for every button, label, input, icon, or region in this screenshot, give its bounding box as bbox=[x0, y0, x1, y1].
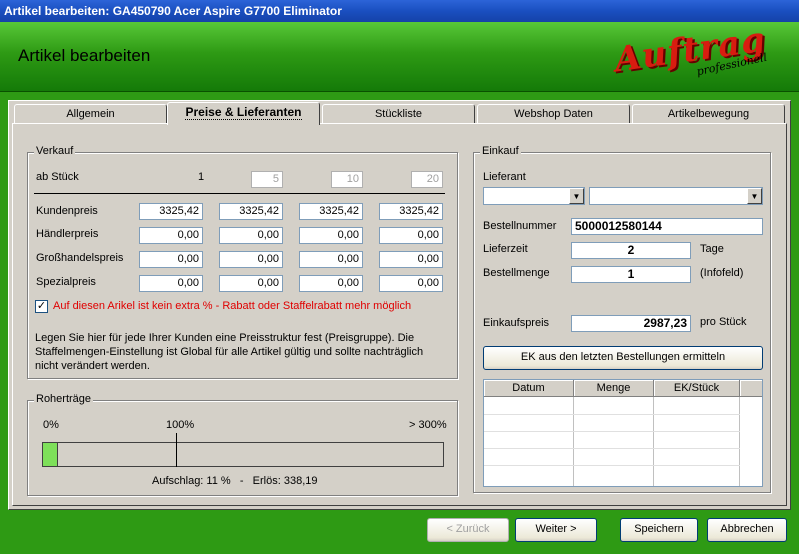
bestellmenge-label: Bestellmenge bbox=[483, 267, 550, 279]
grid-header-datum[interactable]: Datum bbox=[484, 380, 574, 397]
einkaufspreis-label: Einkaufspreis bbox=[483, 317, 550, 329]
bestellmenge-field[interactable]: 1 bbox=[571, 266, 691, 283]
grid-row-line bbox=[484, 448, 740, 449]
tab-label: Preise & Lieferanten bbox=[185, 105, 302, 120]
grid-row-line bbox=[484, 465, 740, 466]
grosshandelspreis-field-2[interactable]: 0,00 bbox=[219, 251, 283, 268]
lieferant-label: Lieferant bbox=[483, 171, 526, 183]
lieferant-select-2[interactable]: ▼ bbox=[589, 187, 763, 205]
margin-scale-300: > 300% bbox=[409, 419, 447, 431]
cancel-button[interactable]: Abbrechen bbox=[707, 518, 787, 542]
separator-line bbox=[34, 193, 445, 194]
kundenpreis-field-2[interactable]: 3325,42 bbox=[219, 203, 283, 220]
grid-col-divider bbox=[653, 397, 654, 486]
lieferant-select-1[interactable]: ▼ bbox=[483, 187, 585, 205]
ab-stueck-field-2[interactable]: 5 bbox=[251, 171, 283, 188]
lieferzeit-label: Lieferzeit bbox=[483, 243, 528, 255]
tab-webshop-daten[interactable]: Webshop Daten bbox=[477, 104, 630, 124]
einkaufspreis-field[interactable]: 2987,23 bbox=[571, 315, 691, 332]
grid-header-filler bbox=[740, 380, 762, 397]
ab-stueck-field-4[interactable]: 20 bbox=[411, 171, 443, 188]
ab-stueck-field-3[interactable]: 10 bbox=[331, 171, 363, 188]
next-button[interactable]: Weiter > bbox=[515, 518, 597, 542]
lieferzeit-unit: Tage bbox=[700, 243, 724, 255]
grid-row-line bbox=[484, 431, 740, 432]
einkaufspreis-unit: pro Stück bbox=[700, 316, 747, 328]
verkauf-legend: Verkauf bbox=[34, 145, 76, 157]
grid-col-divider bbox=[573, 397, 574, 486]
margin-100-marker bbox=[176, 433, 177, 467]
margin-summary: Aufschlag: 11 % - Erlös: 338,19 bbox=[152, 475, 318, 487]
no-discount-checkbox[interactable]: ✓ bbox=[35, 300, 48, 313]
grosshandelspreis-field-3[interactable]: 0,00 bbox=[299, 251, 363, 268]
grosshandelspreis-field-1[interactable]: 0,00 bbox=[139, 251, 203, 268]
grosshandelspreis-field-4[interactable]: 0,00 bbox=[379, 251, 443, 268]
tab-artikelbewegung[interactable]: Artikelbewegung bbox=[632, 104, 785, 124]
margin-scale-0: 0% bbox=[43, 419, 59, 431]
logo-main-text: Auftrag bbox=[611, 19, 769, 81]
header-banner: Artikel bearbeiten Auftrag professionell bbox=[0, 20, 799, 92]
grosshandelspreis-label: Großhandelspreis bbox=[36, 252, 124, 264]
grid-header-menge[interactable]: Menge bbox=[574, 380, 654, 397]
grid-header-ek-stueck[interactable]: EK/Stück bbox=[654, 380, 740, 397]
tab-stueckliste[interactable]: Stückliste bbox=[322, 104, 475, 124]
page-title: Artikel bearbeiten bbox=[18, 46, 151, 65]
bestellnummer-field[interactable]: 5000012580144 bbox=[571, 218, 763, 235]
spezialpreis-field-4[interactable]: 0,00 bbox=[379, 275, 443, 292]
window-title-bar: Artikel bearbeiten: GA450790 Acer Aspire… bbox=[0, 0, 799, 22]
ab-stueck-label: ab Stück bbox=[36, 171, 79, 183]
kundenpreis-label: Kundenpreis bbox=[36, 205, 98, 217]
einkauf-legend: Einkauf bbox=[480, 145, 521, 157]
chevron-down-icon[interactable]: ▼ bbox=[569, 188, 584, 204]
rohertraege-legend: Roherträge bbox=[34, 393, 94, 405]
spezialpreis-label: Spezialpreis bbox=[36, 276, 96, 288]
haendlerpreis-field-4[interactable]: 0,00 bbox=[379, 227, 443, 244]
margin-scale-100: 100% bbox=[166, 419, 195, 431]
kundenpreis-field-3[interactable]: 3325,42 bbox=[299, 203, 363, 220]
bestellnummer-label: Bestellnummer bbox=[483, 220, 557, 232]
save-button[interactable]: Speichern bbox=[620, 518, 698, 542]
spezialpreis-field-3[interactable]: 0,00 bbox=[299, 275, 363, 292]
bestellmenge-unit: (Infofeld) bbox=[700, 267, 744, 279]
kundenpreis-field-1[interactable]: 3325,42 bbox=[139, 203, 203, 220]
haendlerpreis-field-2[interactable]: 0,00 bbox=[219, 227, 283, 244]
ab-stueck-1: 1 bbox=[198, 171, 205, 183]
back-button[interactable]: < Zurück bbox=[427, 518, 509, 542]
chevron-down-icon[interactable]: ▼ bbox=[747, 188, 762, 204]
spezialpreis-field-2[interactable]: 0,00 bbox=[219, 275, 283, 292]
no-discount-label: Auf diesen Arikel ist kein extra % - Rab… bbox=[53, 300, 412, 312]
tab-preise-lieferanten[interactable]: Preise & Lieferanten bbox=[167, 102, 320, 125]
kundenpreis-field-4[interactable]: 3325,42 bbox=[379, 203, 443, 220]
spezialpreis-field-1[interactable]: 0,00 bbox=[139, 275, 203, 292]
margin-bar bbox=[42, 433, 444, 467]
haendlerpreis-label: Händlerpreis bbox=[36, 228, 99, 240]
grid-row-line bbox=[484, 414, 740, 415]
purchase-history-grid[interactable]: Datum Menge EK/Stück bbox=[483, 379, 763, 487]
grid-col-divider bbox=[739, 397, 740, 486]
ek-ermitteln-button[interactable]: EK aus den letzten Bestellungen ermittel… bbox=[483, 346, 763, 370]
lieferzeit-field[interactable]: 2 bbox=[571, 242, 691, 259]
tab-allgemein[interactable]: Allgemein bbox=[14, 104, 167, 124]
price-info-text: Legen Sie hier für jede Ihrer Kunden ein… bbox=[35, 332, 424, 372]
haendlerpreis-field-3[interactable]: 0,00 bbox=[299, 227, 363, 244]
haendlerpreis-field-1[interactable]: 0,00 bbox=[139, 227, 203, 244]
margin-bar-fill bbox=[43, 443, 58, 466]
app-logo: Auftrag professionell bbox=[604, 20, 784, 88]
